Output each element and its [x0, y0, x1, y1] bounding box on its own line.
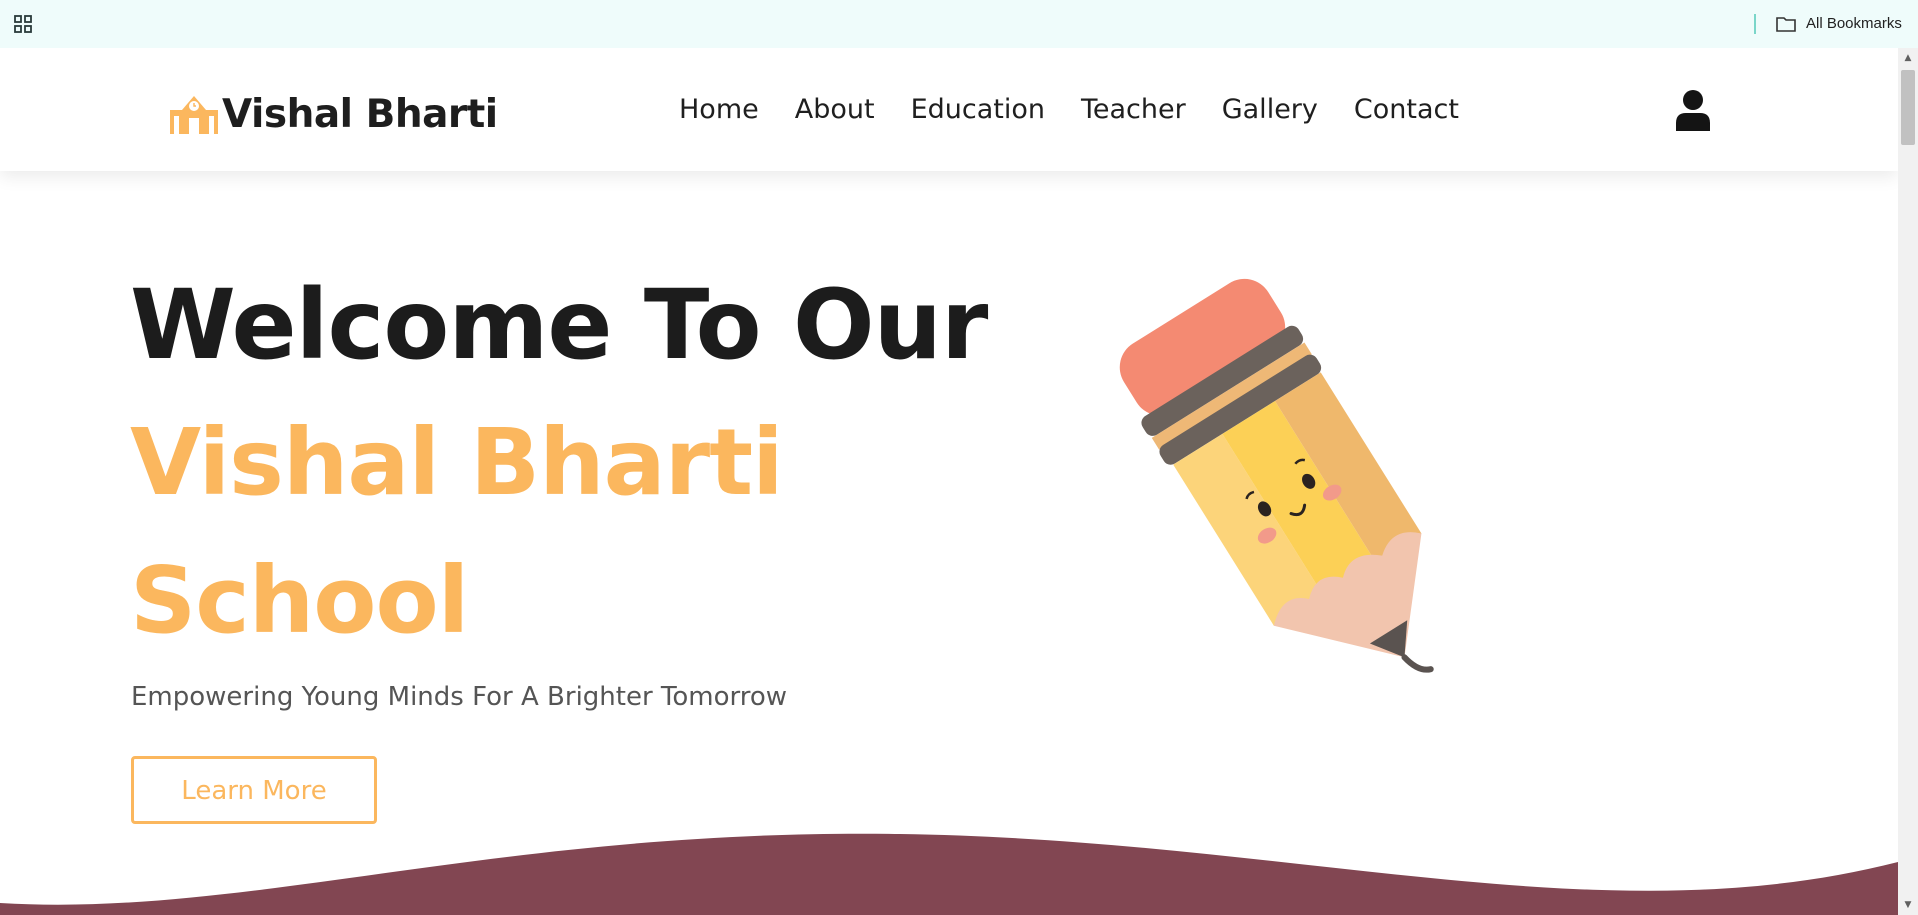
scroll-down-arrow-icon[interactable]: ▼ [1898, 895, 1918, 915]
logo-text: Vishal Bharti [222, 91, 498, 137]
main-nav: Home About Education Teacher Gallery Con… [679, 90, 1495, 130]
page-scrollbar[interactable]: ▲ ▼ [1898, 48, 1918, 915]
school-building-icon [170, 96, 218, 134]
nav-about[interactable]: About [795, 90, 875, 130]
hero-heading-line3: School [130, 547, 469, 654]
logo[interactable]: Vishal Bharti [168, 86, 498, 142]
nav-contact[interactable]: Contact [1354, 90, 1459, 130]
nav-teacher[interactable]: Teacher [1081, 90, 1186, 130]
nav-home[interactable]: Home [679, 90, 759, 130]
hero-heading-line2: Vishal Bharti [130, 409, 784, 516]
page-viewport: Vishal Bharti Home About Education Teach… [0, 48, 1898, 915]
user-icon[interactable] [1674, 89, 1712, 131]
pencil-mascot-illustration [1119, 278, 1434, 673]
bookmarks-bar: All Bookmarks [0, 0, 1918, 48]
bookmarks-divider [1754, 14, 1756, 34]
nav-education[interactable]: Education [911, 90, 1045, 130]
hero-tagline: Empowering Young Minds For A Brighter To… [131, 682, 788, 712]
folder-icon[interactable] [1775, 14, 1797, 34]
hero-wave-decoration [0, 833, 1898, 915]
scrollbar-thumb[interactable] [1901, 70, 1915, 145]
nav-gallery[interactable]: Gallery [1222, 90, 1318, 130]
site-header: Vishal Bharti Home About Education Teach… [0, 48, 1898, 171]
all-bookmarks-link[interactable]: All Bookmarks [1806, 14, 1902, 34]
hero-heading-line1: Welcome To Our [130, 269, 988, 381]
scroll-up-arrow-icon[interactable]: ▲ [1898, 48, 1918, 68]
apps-grid-icon[interactable] [14, 15, 32, 33]
